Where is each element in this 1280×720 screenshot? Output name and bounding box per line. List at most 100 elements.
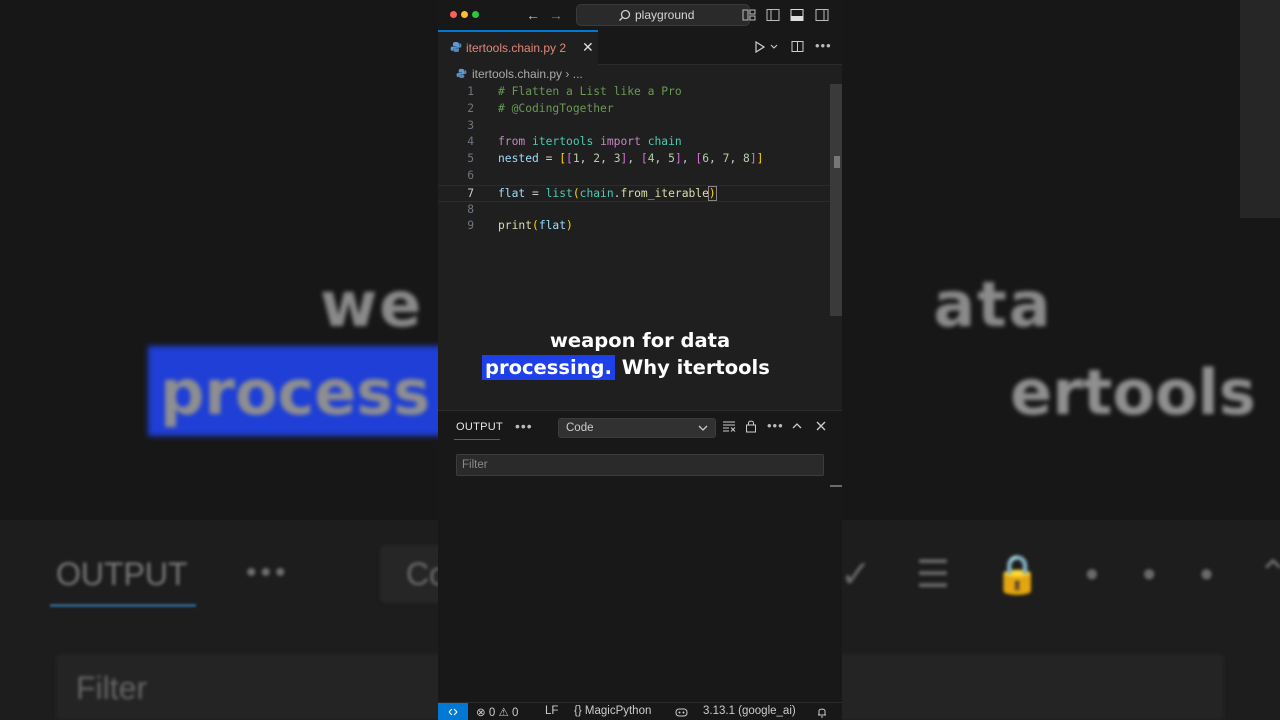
panel-more-icon[interactable]: ••• — [515, 418, 533, 434]
video-caption-line1: weapon for data — [549, 329, 731, 352]
run-python-file-icon[interactable] — [754, 41, 766, 53]
code-token: import — [600, 135, 641, 149]
code-token: , — [729, 152, 744, 166]
code-token: 3 — [613, 152, 621, 166]
line-number: 6 — [467, 168, 474, 182]
code-text: print(flat) — [498, 218, 573, 235]
tab-output[interactable]: OUTPUT — [456, 421, 503, 433]
line-number: 4 — [467, 135, 474, 149]
output-scrollbar[interactable] — [830, 485, 842, 487]
chevron-down-icon — [698, 425, 708, 431]
code-token: ] — [674, 152, 682, 166]
code-token: = — [525, 186, 546, 200]
run-options-chevron-icon[interactable] — [770, 44, 778, 50]
code-line[interactable]: 7 flat = list(chain.from_iterable) — [438, 184, 830, 202]
background-strip — [1240, 0, 1280, 218]
split-editor-icon[interactable] — [791, 40, 804, 53]
code-token: ( — [572, 186, 580, 200]
filter-placeholder: Filter — [462, 459, 488, 471]
code-line[interactable]: 2 # @CodingTogether — [438, 101, 830, 118]
code-token: print — [498, 219, 533, 233]
code-token: list — [545, 186, 573, 200]
code-token: # Flatten a List like a Pro — [498, 85, 682, 98]
line-number: 1 — [467, 85, 474, 98]
language-mode[interactable]: {} MagicPython — [574, 705, 651, 717]
code-text: # @CodingTogether — [498, 101, 614, 118]
breadcrumb-file[interactable]: itertools.chain.py — [472, 67, 562, 81]
notifications-bell-icon[interactable] — [816, 706, 828, 718]
breadcrumb-more[interactable]: ... — [573, 67, 583, 81]
tab-label: itertools.chain.py 2 — [466, 41, 567, 55]
breadcrumb-chevron-icon: › — [565, 67, 570, 81]
problems-indicator[interactable]: ⊗ 0 ⚠ 0 — [476, 705, 518, 719]
copilot-icon[interactable] — [675, 706, 688, 718]
toggle-primary-sidebar-icon[interactable] — [766, 8, 780, 22]
close-window-button[interactable] — [450, 11, 457, 18]
title-bar: ← → playground — [438, 0, 842, 30]
warning-count: 0 — [511, 707, 519, 719]
clear-output-icon[interactable] — [722, 419, 736, 433]
layout-controls-icon[interactable] — [742, 8, 756, 22]
forward-arrow-icon[interactable]: → — [549, 6, 563, 24]
line-number: 2 — [467, 101, 474, 115]
code-token: [ — [640, 152, 648, 166]
language-label: MagicPython — [584, 705, 652, 717]
maximize-window-button[interactable] — [472, 11, 479, 18]
close-panel-icon[interactable] — [814, 419, 828, 433]
tab-bar: itertools.chain.py 2 ✕ ••• — [438, 30, 842, 65]
maximize-panel-icon[interactable] — [790, 419, 804, 433]
tab-itertools-chain[interactable]: itertools.chain.py 2 ✕ — [438, 30, 598, 65]
code-editor[interactable]: 1 # Flatten a List like a Pro 2 # @CodingTo… — [438, 84, 830, 235]
end-of-line[interactable]: LF — [545, 705, 558, 717]
remote-indicator[interactable] — [438, 703, 468, 720]
line-number: 7 — [467, 186, 474, 200]
code-line[interactable]: 9 print(flat) — [438, 218, 830, 235]
command-center-search[interactable]: playground — [576, 4, 750, 26]
search-icon — [619, 9, 631, 21]
code-token: = — [538, 152, 560, 166]
panel-actions-more-icon[interactable]: ••• — [767, 418, 784, 433]
filter-input[interactable]: Filter — [456, 454, 824, 476]
search-label: playground — [635, 8, 695, 22]
warning-icon: ⚠ — [498, 707, 509, 719]
output-channel-select[interactable]: Code — [558, 418, 716, 438]
code-token: ] — [756, 152, 764, 166]
code-token: chain — [579, 186, 614, 200]
minimize-window-button[interactable] — [461, 11, 468, 18]
toggle-panel-icon[interactable] — [790, 8, 804, 22]
code-line[interactable]: 5 nested = [[1, 2, 3], [4, 5], [6, 7, 8]] — [438, 151, 830, 168]
more-actions-icon[interactable]: ••• — [815, 38, 832, 53]
code-token: ) — [566, 219, 573, 233]
code-token: [ — [559, 152, 567, 166]
code-line[interactable]: 4 from itertools import chain — [438, 134, 830, 151]
code-token: ( — [532, 219, 539, 233]
code-text: nested = [[1, 2, 3], [4, 5], [6, 7, 8]] — [498, 151, 763, 168]
back-arrow-icon[interactable]: ← — [526, 6, 540, 24]
error-count: 0 — [488, 707, 496, 719]
line-number: 5 — [467, 152, 474, 166]
code-token: flat — [538, 219, 567, 233]
code-token: ) — [707, 185, 717, 201]
background-output-label: OUTPUT — [56, 556, 188, 592]
code-token: # @CodingTogether — [498, 101, 614, 115]
editor-scrollbar[interactable] — [830, 84, 842, 316]
toggle-secondary-sidebar-icon[interactable] — [815, 8, 829, 22]
output-channel-value: Code — [566, 422, 594, 434]
close-tab-icon[interactable]: ✕ — [582, 39, 594, 56]
caption-rest: Why itertools — [614, 356, 770, 379]
code-line[interactable]: 1 # Flatten a List like a Pro — [438, 84, 830, 101]
code-line[interactable]: 6 — [438, 168, 830, 185]
code-token: , — [627, 152, 641, 166]
code-token: 8 — [743, 152, 750, 166]
code-token: from — [498, 135, 526, 149]
remote-icon — [448, 708, 458, 716]
code-token: 5 — [668, 152, 675, 166]
code-token: chain — [647, 135, 682, 149]
code-text: from itertools import chain — [498, 134, 682, 151]
code-line[interactable]: 3 — [438, 118, 830, 135]
code-line[interactable]: 8 — [438, 202, 830, 219]
lock-scroll-icon[interactable] — [744, 419, 758, 433]
python-interpreter[interactable]: 3.13.1 (google_ai) — [703, 705, 796, 717]
output-panel: OUTPUT ••• Code ••• Filter — [438, 410, 842, 702]
